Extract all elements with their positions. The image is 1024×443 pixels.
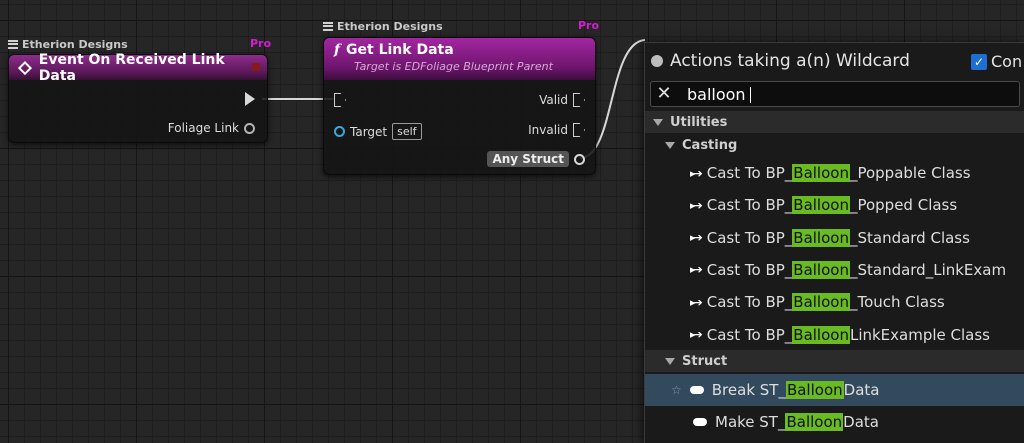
action-menu-title: Actions taking a(n) Wildcard (651, 51, 910, 71)
target-default-box: self (392, 123, 422, 140)
clear-search-icon[interactable]: ✕ (651, 82, 677, 106)
expand-triangle-icon[interactable] (653, 118, 663, 126)
category-utilities[interactable]: Utilities (645, 111, 1024, 133)
category-icon (323, 21, 333, 31)
valid-pin-row: Valid (539, 93, 585, 107)
cast-action-prefix: Cast To BP_ (706, 164, 793, 182)
action-search-input[interactable] (687, 84, 987, 104)
text-caret (750, 87, 751, 103)
target-pin-icon[interactable] (334, 126, 345, 137)
event-node-header[interactable]: Event On Received Link Data (9, 52, 267, 84)
function-node-subtitle: Target is EDFoliage Blueprint Parent (354, 60, 553, 73)
cast-action-suffix: _Poppable Class (849, 164, 971, 182)
event-diamond-icon (17, 60, 32, 75)
event-node-title: Event On Received Link Data (38, 51, 225, 84)
foliage-link-label: Foliage Link (167, 121, 239, 135)
valid-exec-icon[interactable] (573, 93, 585, 107)
cast-action-suffix: _Popped Class (849, 196, 958, 215)
action-search-box: ✕ (650, 81, 1020, 107)
function-node[interactable]: f Get Link Data Target is EDFoliage Blue… (323, 37, 596, 175)
search-highlight: Balloon (792, 293, 850, 312)
cast-action-suffix: LinkExample Class (849, 325, 990, 344)
target-pin-row: Target self (334, 123, 422, 140)
any-struct-pin-icon[interactable] (574, 153, 585, 165)
action-menu-title-text: Actions taking a(n) Wildcard (670, 51, 910, 71)
struct-action-prefix: Make ST_ (715, 413, 786, 431)
context-sensitive-toggle[interactable]: ✓ Con (971, 52, 1022, 71)
cast-action-item[interactable]: ▸➔ Cast To BP_ Balloon LinkExample Class (645, 319, 1024, 351)
cast-arrow-icon: ▸➔ (690, 231, 703, 245)
foliage-link-pin-icon[interactable] (244, 122, 255, 134)
category-icon (8, 39, 18, 49)
cast-action-item[interactable]: ▸➔ Cast To BP_ Balloon _Standard_LinkExam (645, 254, 1024, 286)
exec-input-icon[interactable] (334, 93, 346, 107)
function-node-title: Get Link Data (346, 42, 454, 58)
cast-action-prefix: Cast To BP_ (706, 196, 793, 215)
search-highlight: Balloon (792, 164, 850, 182)
exec-arrow-icon[interactable] (245, 92, 255, 106)
event-node[interactable]: Event On Received Link Data Foliage Link (8, 52, 268, 143)
search-highlight: Balloon (792, 325, 850, 344)
foliage-link-pin-row: Foliage Link (168, 121, 255, 135)
cast-action-suffix: _Standard_LinkExam (849, 260, 1007, 279)
cast-action-prefix: Cast To BP_ (706, 260, 793, 279)
cast-action-item[interactable]: ▸➔ Cast To BP_ Balloon _Standard Class (645, 222, 1024, 254)
invalid-label: Invalid (528, 123, 568, 137)
function-node-header[interactable]: f Get Link Data Target is EDFoliage Blue… (324, 38, 595, 80)
break-struct-action[interactable]: ☆ Break ST_ Balloon Data (645, 374, 1024, 406)
struct-action-prefix: Break ST_ (711, 381, 786, 399)
cast-action-prefix: Cast To BP_ (706, 293, 793, 312)
event-node-category-label: Etherion Designs (22, 37, 128, 51)
event-exec-output[interactable] (245, 92, 255, 106)
search-highlight: Balloon (792, 196, 850, 215)
cast-action-suffix: _Touch Class (849, 293, 945, 312)
struct-action-suffix: Data (843, 381, 880, 399)
expand-triangle-icon[interactable] (665, 141, 675, 149)
category-casting[interactable]: Casting (645, 134, 1024, 156)
struct-pill-icon (689, 386, 704, 394)
category-utilities-label: Utilities (670, 114, 728, 130)
cast-arrow-icon: ▸➔ (690, 198, 703, 212)
any-struct-pin-row: Any Struct (487, 151, 585, 167)
event-node-pro-badge: Pro (250, 37, 272, 50)
struct-pill-icon (693, 418, 707, 426)
cast-arrow-icon: ▸➔ (690, 263, 703, 277)
wildcard-pin-icon (651, 55, 663, 67)
action-menu: Actions taking a(n) Wildcard ✓ Con ✕ Uti… (644, 42, 1024, 443)
cast-action-prefix: Cast To BP_ (706, 325, 793, 344)
struct-action-suffix: Data (843, 413, 879, 431)
cast-arrow-icon: ▸➔ (690, 328, 703, 341)
search-highlight: Balloon (792, 260, 850, 279)
function-icon: f (334, 42, 341, 58)
target-label: Target (350, 124, 388, 139)
category-struct-label: Struct (682, 353, 728, 369)
category-struct[interactable]: Struct (645, 350, 1024, 372)
function-node-pro-badge: Pro (578, 19, 600, 32)
any-struct-label: Any Struct (487, 151, 569, 167)
context-sensitive-label: Con (991, 52, 1023, 71)
cast-arrow-icon: ▸➔ (690, 166, 703, 180)
cast-action-suffix: _Standard Class (849, 228, 970, 247)
cast-action-item[interactable]: ▸➔ Cast To BP_ Balloon _Poppable Class (645, 157, 1024, 189)
delegate-pin-icon[interactable] (252, 63, 260, 71)
event-node-category: Etherion Designs (8, 37, 128, 51)
make-struct-action[interactable]: Make ST_ Balloon Data (645, 406, 1024, 438)
function-exec-input[interactable] (334, 93, 346, 107)
search-highlight: Balloon (785, 381, 844, 399)
search-highlight: Balloon (785, 413, 844, 431)
cast-action-item[interactable]: ▸➔ Cast To BP_ Balloon _Popped Class (645, 189, 1024, 221)
expand-triangle-icon[interactable] (665, 357, 675, 365)
valid-label: Valid (539, 93, 568, 107)
function-node-category: Etherion Designs (323, 19, 443, 33)
cast-arrow-icon: ▸➔ (690, 295, 703, 309)
invalid-pin-row: Invalid (528, 123, 585, 137)
category-casting-label: Casting (682, 137, 738, 153)
invalid-exec-icon[interactable] (573, 123, 585, 137)
favorite-star-icon[interactable]: ☆ (671, 383, 682, 397)
checkmark-icon[interactable]: ✓ (971, 53, 987, 70)
cast-action-item[interactable]: ▸➔ Cast To BP_ Balloon _Touch Class (645, 286, 1024, 318)
cast-action-prefix: Cast To BP_ (706, 228, 793, 247)
function-node-category-label: Etherion Designs (337, 19, 443, 33)
search-highlight: Balloon (792, 228, 850, 247)
